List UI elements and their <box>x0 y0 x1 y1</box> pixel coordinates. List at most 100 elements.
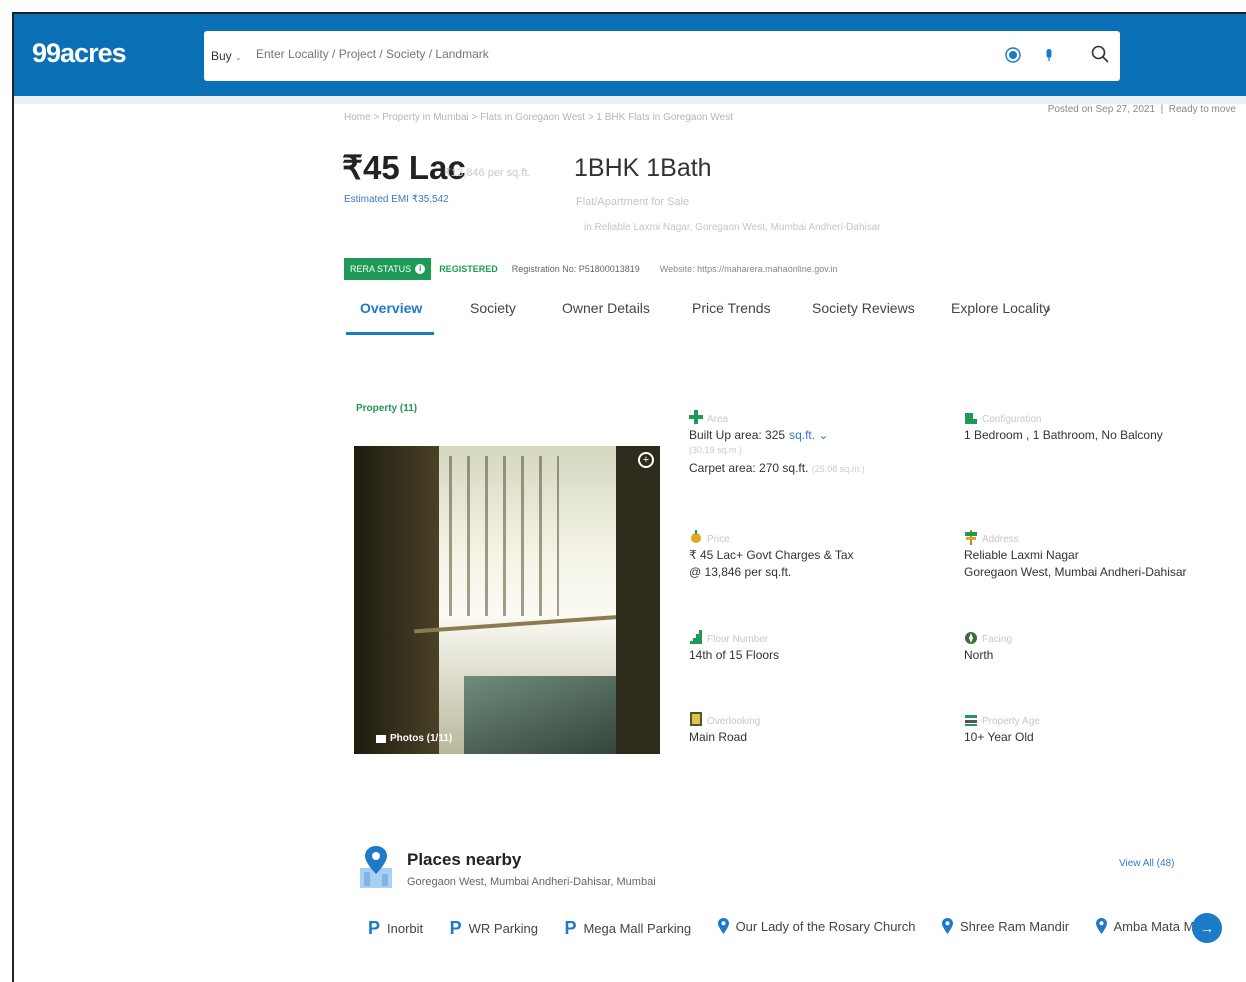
header-divider <box>14 96 1246 104</box>
location-pin-icon <box>1095 918 1107 934</box>
location-pin-icon <box>941 918 953 934</box>
tab-society-reviews[interactable]: Society Reviews <box>812 300 915 316</box>
configuration-value: 1 Bedroom , 1 Bathroom, No Balcony <box>964 428 1163 442</box>
rera-website[interactable]: Website: https://maharera.mahaonline.gov… <box>660 264 838 274</box>
price-tag-icon <box>691 530 701 543</box>
rera-status-badge[interactable]: RERA STATUS i <box>344 258 432 280</box>
photo-shadow-left <box>354 446 444 754</box>
window-icon <box>690 712 702 726</box>
property-photo[interactable]: + Photos (1/11) <box>354 446 660 754</box>
parking-icon: P <box>449 918 462 938</box>
price-per-sqft-value: @ 13,846 per sq.ft. <box>689 565 792 579</box>
price-label: Price <box>707 534 730 545</box>
building-age-icon <box>965 715 977 726</box>
rera-registration-number: Registration No: P51800013819 <box>511 264 640 274</box>
place-chip[interactable]: P Inorbit <box>368 918 423 939</box>
address-label: Address <box>982 534 1019 545</box>
address-line1: Reliable Laxmi Nagar <box>964 548 1079 562</box>
price-per-sqft: ₹13,846 per sq.ft. <box>444 167 531 179</box>
parking-icon: P <box>564 918 577 938</box>
posted-date: Posted on Sep 27, 2021 <box>1047 104 1156 115</box>
tab-price-trends[interactable]: Price Trends <box>692 300 771 316</box>
search-input[interactable] <box>256 47 816 61</box>
tab-owner-details[interactable]: Owner Details <box>562 300 650 316</box>
buy-dropdown[interactable]: Buy ⌄ <box>211 49 242 63</box>
area-icon <box>689 410 703 424</box>
image-icon <box>376 734 386 743</box>
property-age-label: Property Age <box>982 716 1040 727</box>
property-age-value: 10+ Year Old <box>964 730 1034 744</box>
built-up-area: Built Up area: 325 sq.ft. ⌄ <box>689 428 949 442</box>
address-line2: Goregaon West, Mumbai Andheri-Dahisar <box>964 565 1187 579</box>
section-tabs: Overview Society Owner Details Price Tre… <box>344 300 1064 334</box>
detail-facing: Facing North <box>964 627 1224 662</box>
places-nearby-title: Places nearby <box>407 850 522 869</box>
floor-value: 14th of 15 Floors <box>689 648 780 662</box>
map-pin-icon <box>360 846 392 888</box>
place-chip[interactable]: P Mega Mall Parking <box>564 918 691 939</box>
places-chip-list: P Inorbit P WR Parking P Mega Mall Parking … <box>368 918 1208 944</box>
detail-property-age: Property Age 10+ Year Old <box>964 709 1224 744</box>
detail-price: Price ₹ 45 Lac+ Govt Charges & Tax @ 13,… <box>689 527 949 579</box>
tab-overview[interactable]: Overview <box>360 300 422 316</box>
mic-icon[interactable] <box>1040 46 1058 64</box>
facing-value: North <box>964 648 994 662</box>
browser-frame: 99acres Buy ⌄ Home > Property in Mumbai … <box>12 12 1246 982</box>
carpet-area-value: Carpet area: 270 sq.ft. <box>689 461 809 475</box>
emi-link[interactable]: Estimated EMI ₹35,542 <box>344 194 449 205</box>
overlooking-label: Overlooking <box>707 716 761 727</box>
parking-icon: P <box>368 918 381 938</box>
rera-strip: RERA STATUS i REGISTERED Registration No:… <box>344 258 838 280</box>
place-name: Our Lady of the Rosary Church <box>735 918 916 934</box>
photo-shadow-right <box>616 446 660 754</box>
active-tab-indicator <box>346 332 434 335</box>
place-name: WR Parking <box>468 921 538 936</box>
floor-label: Floor Number <box>707 634 769 645</box>
next-arrow-button[interactable]: → <box>1192 913 1222 943</box>
place-name: Shree Ram Mandir <box>959 918 1070 934</box>
view-all-link[interactable]: View All (48) <box>1119 858 1174 869</box>
zoom-icon[interactable]: + <box>638 452 654 468</box>
unit-label: sq.ft. <box>789 428 816 442</box>
detail-area: Area Built Up area: 325 sq.ft. ⌄ (30.19 s… <box>689 407 949 475</box>
bed-icon <box>965 413 977 424</box>
place-chip[interactable]: P WR Parking <box>450 918 538 939</box>
built-up-area-value: Built Up area: 325 <box>689 428 786 442</box>
buy-label: Buy <box>211 49 232 63</box>
detail-floor: Floor Number 14th of 15 Floors <box>689 627 949 662</box>
rera-status-label: RERA STATUS <box>350 264 412 274</box>
possession-status: Ready to move <box>1168 104 1236 115</box>
place-chip[interactable]: Our Lady of the Rosary Church <box>717 918 916 934</box>
photo-window-grill <box>449 456 559 616</box>
photos-caption[interactable]: Photos (1/11) <box>376 733 452 744</box>
location-icon[interactable] <box>1004 46 1022 64</box>
configuration-label: Configuration <box>982 414 1042 425</box>
property-address-line: in Reliable Laxmi Nagar, Goregaon West, … <box>584 222 881 233</box>
stairs-icon <box>690 630 702 644</box>
search-icon[interactable] <box>1090 44 1110 64</box>
carpet-area-sub: (25.08 sq.m.) <box>811 464 865 474</box>
site-logo[interactable]: 99acres <box>32 38 127 69</box>
place-name: Inorbit <box>387 921 424 936</box>
place-chip[interactable]: Shree Ram Mandir <box>941 918 1070 934</box>
location-pin-icon <box>717 918 729 934</box>
compass-icon <box>965 632 977 644</box>
breadcrumb[interactable]: Home > Property in Mumbai > Flats in Gor… <box>344 112 733 123</box>
tab-explore-locality[interactable]: Explore Locality <box>951 300 1050 316</box>
info-icon[interactable]: i <box>415 264 426 274</box>
signpost-icon <box>965 530 977 545</box>
search-bar: Buy ⌄ <box>204 31 1120 81</box>
overlooking-value: Main Road <box>689 730 748 744</box>
price-value: ₹ 45 Lac+ Govt Charges & Tax <box>689 548 854 562</box>
unit-dropdown[interactable]: sq.ft. ⌄ <box>789 428 828 442</box>
detail-overlooking: Overlooking Main Road <box>689 709 949 744</box>
tab-society[interactable]: Society <box>470 300 516 316</box>
facing-label: Facing <box>982 634 1013 645</box>
rera-registered: REGISTERED <box>439 264 498 274</box>
property-type: Flat/Apartment for Sale <box>576 196 690 208</box>
chevron-down-icon: ⌄ <box>235 53 242 62</box>
photos-count-label: Property (11) <box>356 403 418 414</box>
detail-configuration: Configuration 1 Bedroom , 1 Bathroom, No… <box>964 407 1224 442</box>
detail-address: Address Reliable Laxmi Nagar Goregaon We… <box>964 527 1224 579</box>
chevron-right-icon[interactable]: › <box>1046 300 1051 316</box>
